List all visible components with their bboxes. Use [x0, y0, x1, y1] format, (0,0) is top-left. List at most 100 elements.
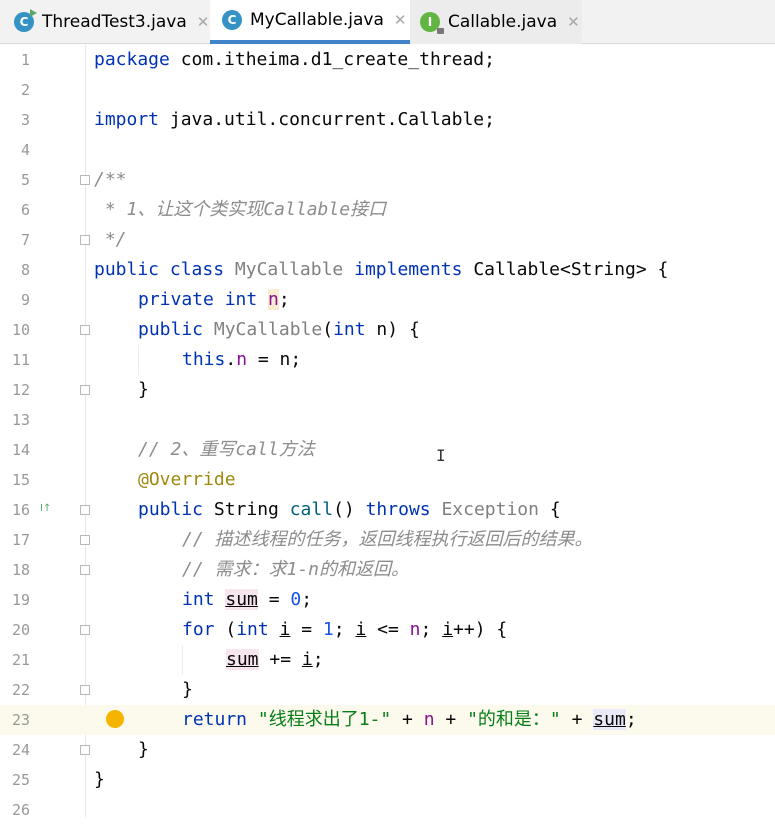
- line-number: 13: [11, 411, 30, 429]
- code-text[interactable]: @Override: [138, 465, 236, 495]
- code-text[interactable]: }: [94, 765, 105, 795]
- class-icon: C: [222, 10, 242, 30]
- code-text[interactable]: // 2、重写call方法: [138, 435, 315, 465]
- line-number: 14: [11, 441, 30, 459]
- line-number: 10: [11, 321, 30, 339]
- line-number: 19: [11, 591, 30, 609]
- fold-end-icon[interactable]: [80, 745, 90, 755]
- class-run-icon: C: [14, 9, 37, 32]
- tab-callable[interactable]: I Callable.java ✕: [410, 0, 582, 44]
- code-text[interactable]: public MyCallable(int n) {: [138, 315, 420, 345]
- line-number: 9: [20, 291, 30, 309]
- code-line[interactable]: 12 }: [0, 375, 775, 405]
- code-line[interactable]: 17 // 描述线程的任务，返回线程执行返回后的结果。: [0, 525, 775, 555]
- code-line[interactable]: 6 * 1、让这个类实现Callable接口: [0, 195, 775, 225]
- code-text[interactable]: public class MyCallable implements Calla…: [94, 255, 668, 285]
- code-line[interactable]: 9 private int n;: [0, 285, 775, 315]
- code-text[interactable]: import java.util.concurrent.Callable;: [94, 105, 495, 135]
- line-number: 21: [11, 651, 30, 669]
- line-number: 17: [11, 531, 30, 549]
- fold-end-icon[interactable]: [80, 385, 90, 395]
- implements-method-icon[interactable]: I↑: [40, 503, 51, 514]
- fold-marker-icon[interactable]: [80, 325, 90, 335]
- tab-label: MyCallable.java: [250, 10, 384, 30]
- fold-marker-icon[interactable]: [80, 175, 90, 185]
- line-number: 25: [11, 771, 30, 789]
- line-number: 7: [20, 231, 30, 249]
- code-line[interactable]: 21 sum += i;: [0, 645, 775, 675]
- line-number: 8: [20, 261, 30, 279]
- code-line[interactable]: 13: [0, 405, 775, 435]
- code-line[interactable]: 2: [0, 75, 775, 105]
- line-number: 16: [11, 501, 30, 519]
- code-line[interactable]: 22 }: [0, 675, 775, 705]
- close-icon[interactable]: ✕: [394, 11, 407, 29]
- line-number: 2: [20, 81, 30, 99]
- line-number: 1: [20, 51, 30, 69]
- line-number: 12: [11, 381, 30, 399]
- code-text[interactable]: // 描述线程的任务，返回线程执行返回后的结果。: [182, 525, 593, 555]
- code-line[interactable]: 11 this.n = n;: [0, 345, 775, 375]
- code-line[interactable]: 7 */: [0, 225, 775, 255]
- code-line-current[interactable]: 23 return "线程求出了1-" + n + "的和是：" + sum;: [0, 705, 775, 735]
- code-line[interactable]: 8 public class MyCallable implements Cal…: [0, 255, 775, 285]
- line-number: 5: [20, 171, 30, 189]
- code-line[interactable]: 10 public MyCallable(int n) {: [0, 315, 775, 345]
- code-line[interactable]: 15 @Override: [0, 465, 775, 495]
- fold-marker-icon[interactable]: [80, 535, 90, 545]
- line-number: 20: [11, 621, 30, 639]
- tab-threadtest3[interactable]: C ThreadTest3.java ✕: [0, 0, 210, 44]
- interface-icon: I: [420, 12, 444, 34]
- fold-marker-icon[interactable]: [80, 625, 90, 635]
- tab-label: ThreadTest3.java: [42, 12, 187, 32]
- line-number: 22: [11, 681, 30, 699]
- code-line[interactable]: 26: [0, 795, 775, 825]
- text-cursor-icon: I: [436, 446, 446, 465]
- code-text[interactable]: }: [138, 375, 149, 405]
- code-line[interactable]: 14 // 2、重写call方法: [0, 435, 775, 465]
- code-line[interactable]: 3 import java.util.concurrent.Callable;: [0, 105, 775, 135]
- line-number: 3: [20, 111, 30, 129]
- code-text[interactable]: return "线程求出了1-" + n + "的和是：" + sum;: [182, 705, 637, 735]
- code-line[interactable]: 1 package com.itheima.d1_create_thread;: [0, 45, 775, 75]
- line-number: 18: [11, 561, 30, 579]
- line-number: 6: [20, 201, 30, 219]
- code-text[interactable]: * 1、让这个类实现Callable接口: [94, 195, 386, 225]
- code-text[interactable]: public String call() throws Exception {: [138, 495, 561, 525]
- code-text[interactable]: package com.itheima.d1_create_thread;: [94, 45, 495, 75]
- fold-end-icon[interactable]: [80, 235, 90, 245]
- code-text[interactable]: int sum = 0;: [182, 585, 312, 615]
- code-line[interactable]: 4: [0, 135, 775, 165]
- line-number: 23: [11, 711, 30, 729]
- code-text[interactable]: for (int i = 1; i <= n; i++) {: [182, 615, 507, 645]
- code-text[interactable]: // 需求：求1-n的和返回。: [182, 555, 409, 585]
- code-text[interactable]: sum += i;: [226, 645, 324, 675]
- fold-end-icon[interactable]: [80, 685, 90, 695]
- line-number: 26: [11, 801, 30, 819]
- close-icon[interactable]: ✕: [567, 13, 580, 31]
- code-text[interactable]: this.n = n;: [182, 345, 301, 375]
- fold-end-icon[interactable]: [80, 565, 90, 575]
- code-line[interactable]: 16 I↑ public String call() throws Except…: [0, 495, 775, 525]
- tab-mycallable[interactable]: C MyCallable.java ✕: [210, 0, 410, 44]
- line-number: 15: [11, 471, 30, 489]
- code-text[interactable]: }: [138, 735, 149, 765]
- line-number: 11: [11, 351, 30, 369]
- code-text[interactable]: }: [182, 675, 193, 705]
- line-number: 24: [11, 741, 30, 759]
- code-line[interactable]: 24 }: [0, 735, 775, 765]
- close-icon[interactable]: ✕: [197, 13, 210, 31]
- code-line[interactable]: 18 // 需求：求1-n的和返回。: [0, 555, 775, 585]
- editor-tab-bar: C ThreadTest3.java ✕ C MyCallable.java ✕…: [0, 0, 775, 44]
- code-line[interactable]: 5 /**: [0, 165, 775, 195]
- fold-marker-icon[interactable]: [80, 505, 90, 515]
- code-line[interactable]: 19 int sum = 0;: [0, 585, 775, 615]
- lightbulb-icon[interactable]: [106, 710, 124, 728]
- code-line[interactable]: 20 for (int i = 1; i <= n; i++) {: [0, 615, 775, 645]
- code-text[interactable]: */: [94, 225, 127, 255]
- tab-label: Callable.java: [448, 12, 558, 32]
- code-text[interactable]: private int n;: [138, 285, 290, 315]
- code-line[interactable]: 25 }: [0, 765, 775, 795]
- code-text[interactable]: /**: [94, 165, 127, 195]
- line-number: 4: [20, 141, 30, 159]
